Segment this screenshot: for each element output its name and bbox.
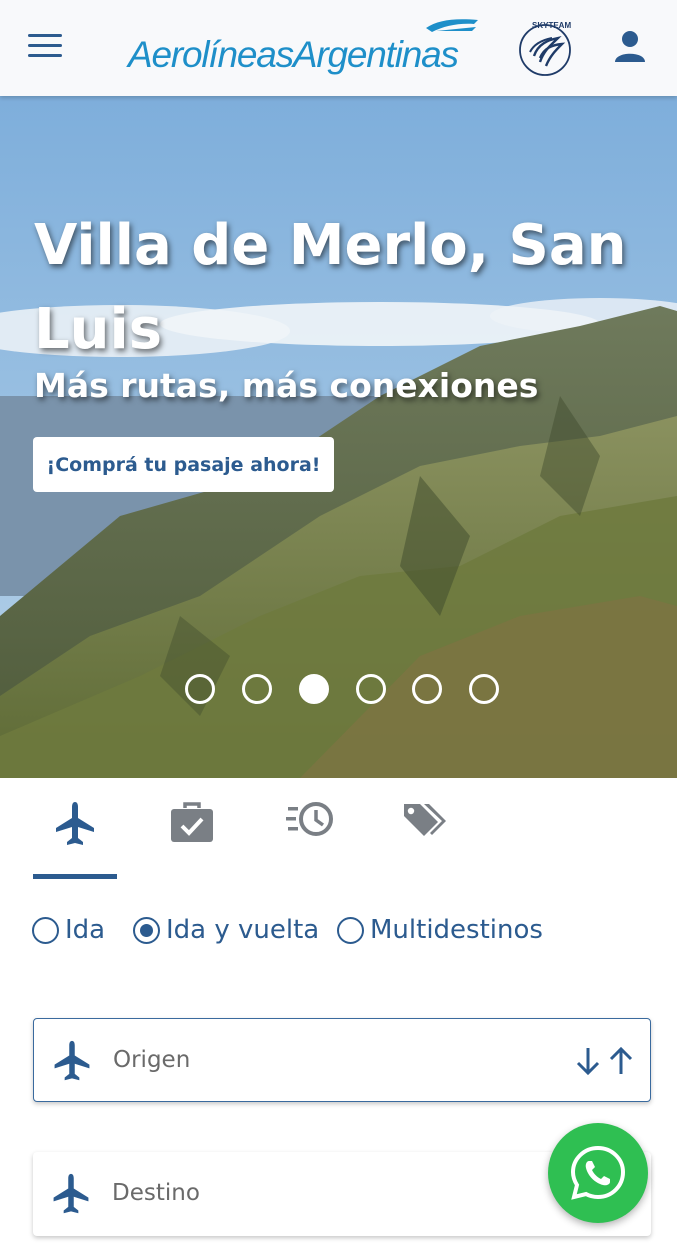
trip-option-ida[interactable]: Ida: [32, 908, 105, 952]
briefcase-check-icon: [171, 802, 213, 842]
tab-flight-status[interactable]: [265, 794, 349, 864]
tab-active-indicator: [33, 874, 117, 879]
aerolineas-argentinas-logo[interactable]: AerolíneasArgentinas: [128, 18, 482, 76]
clock-history-icon: [286, 802, 333, 836]
hero-title: Villa de Merlo, San Luis: [34, 213, 627, 362]
tab-flights[interactable]: [33, 794, 117, 879]
skyteam-text: SKYTEAM: [532, 21, 571, 30]
carousel-dot-1[interactable]: [185, 674, 215, 704]
tab-offers[interactable]: [381, 794, 465, 864]
logo-text: AerolíneasArgentinas: [128, 34, 459, 75]
user-account-icon[interactable]: [612, 28, 648, 64]
carousel-dot-4[interactable]: [356, 674, 386, 704]
airplane-icon: [56, 802, 94, 845]
carousel-dot-2[interactable]: [242, 674, 272, 704]
hamburger-menu-icon[interactable]: [28, 34, 62, 60]
whatsapp-icon: [570, 1145, 626, 1200]
hero-carousel[interactable]: Villa de Merlo, San Luis Más rutas, más …: [0, 96, 677, 778]
origin-field[interactable]: Origen: [33, 1018, 651, 1102]
swap-arrows-icon[interactable]: [574, 1045, 636, 1077]
carousel-dot-3[interactable]: [299, 674, 329, 704]
buy-ticket-button[interactable]: ¡Comprá tu pasaje ahora!: [33, 437, 334, 492]
airplane-icon: [53, 1173, 89, 1214]
trip-option-label: Ida: [65, 915, 106, 945]
airplane-icon: [54, 1040, 90, 1081]
trip-option-multi[interactable]: Multidestinos: [337, 908, 543, 952]
booking-tabs: [0, 778, 677, 879]
trip-option-label: Ida y vuelta: [166, 915, 320, 945]
carousel-dot-6[interactable]: [469, 674, 499, 704]
logo-swoosh-icon: [426, 19, 478, 32]
radio-multi[interactable]: [337, 916, 364, 944]
destination-placeholder: Destino: [112, 1180, 200, 1206]
skyteam-logo: SKYTEAM: [512, 18, 574, 78]
carousel-dot-5[interactable]: [412, 674, 442, 704]
whatsapp-chat-button[interactable]: [548, 1123, 648, 1223]
hero-subtitle: Más rutas, más conexiones: [34, 366, 539, 405]
top-header: AerolíneasArgentinas SKYTEAM: [0, 0, 677, 96]
origin-placeholder: Origen: [113, 1047, 191, 1073]
radio-ida[interactable]: [32, 916, 59, 944]
carousel-pagination: [185, 674, 505, 706]
trip-type-selector: Ida Ida y vuelta Multidestinos: [32, 908, 652, 952]
radio-round-trip[interactable]: [133, 916, 160, 944]
trip-option-round-trip[interactable]: Ida y vuelta: [133, 908, 319, 952]
trip-option-label: Multidestinos: [370, 915, 543, 945]
tab-checkin[interactable]: [149, 794, 233, 864]
tags-icon: [404, 804, 446, 836]
